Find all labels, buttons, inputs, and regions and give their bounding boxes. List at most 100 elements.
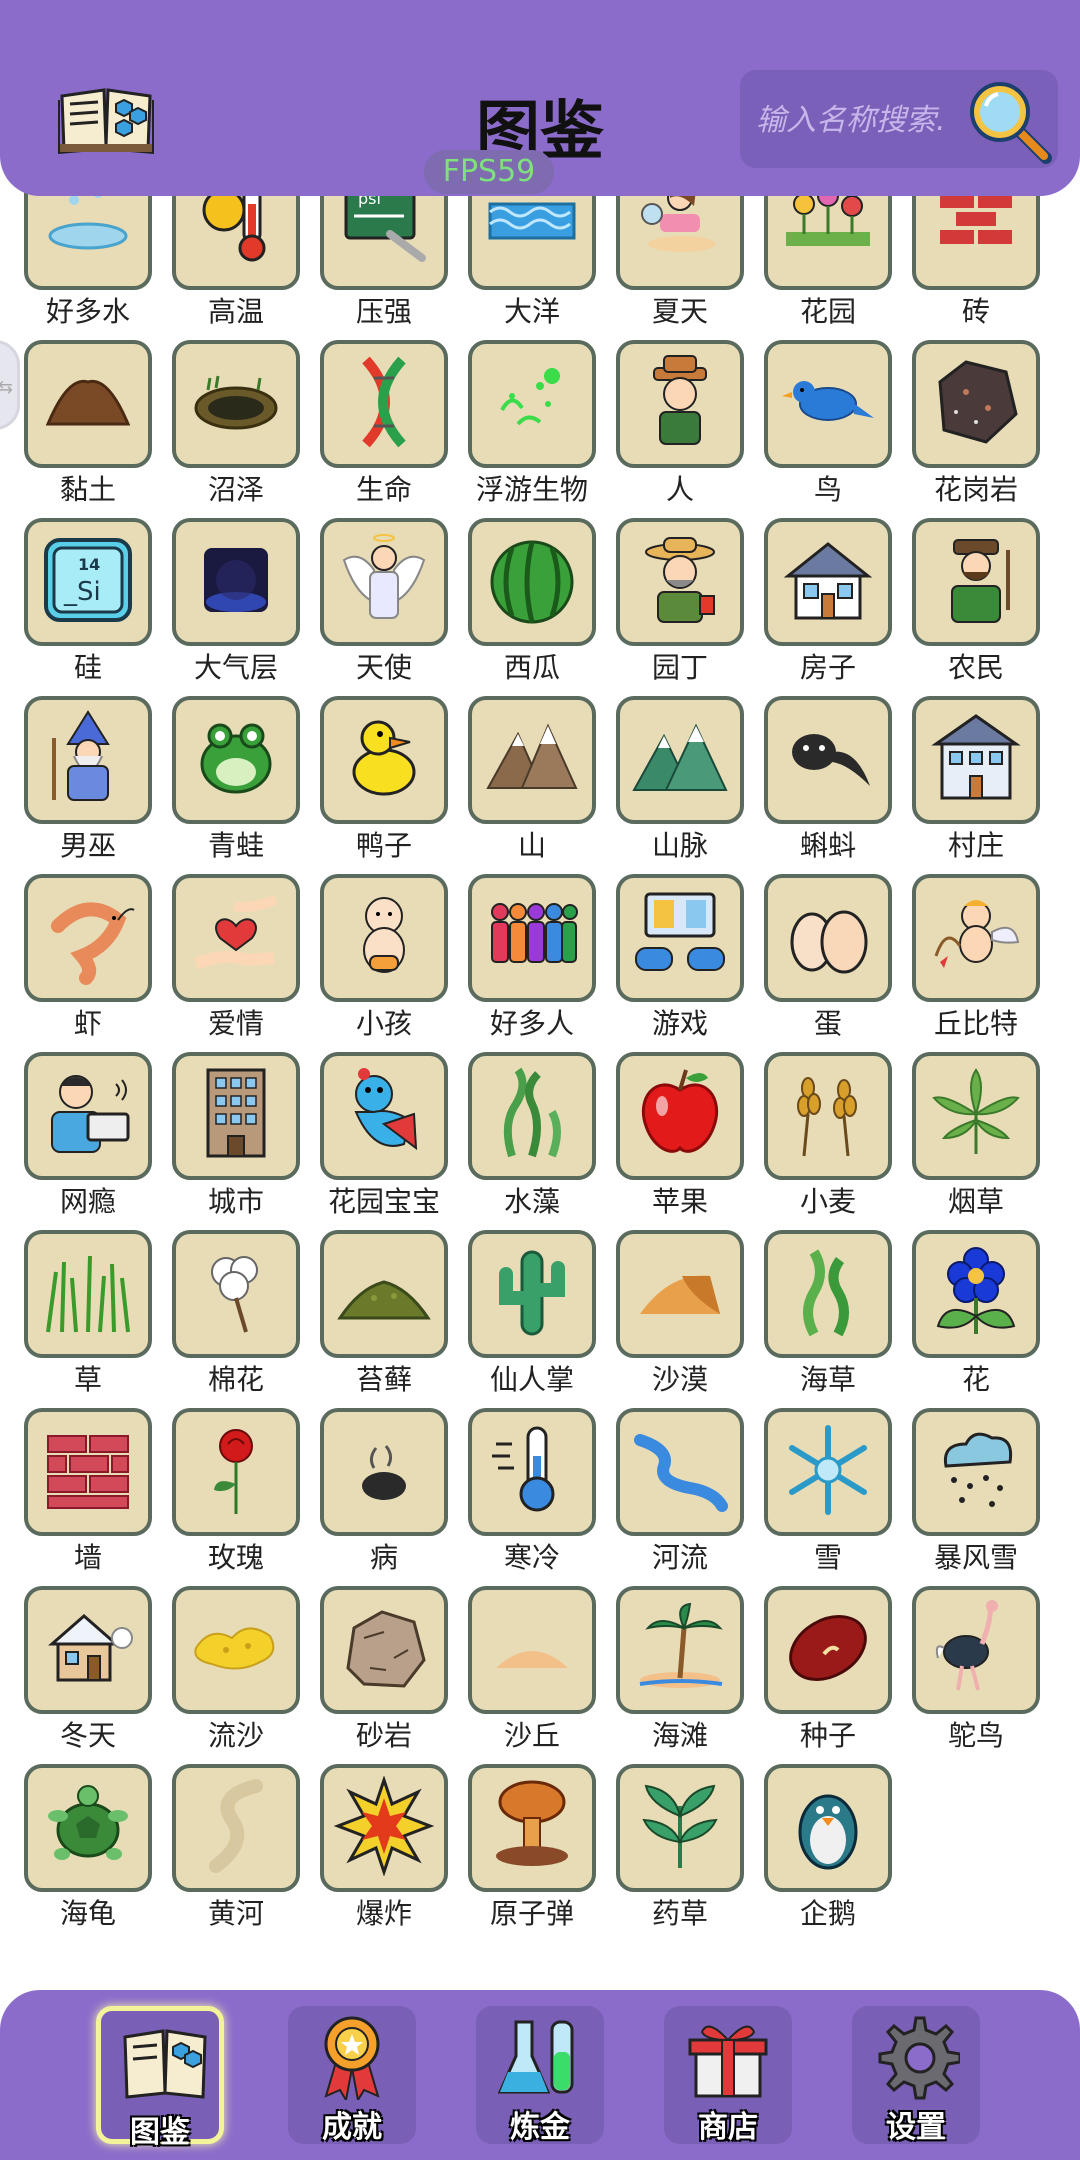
item-tile[interactable] [320,1230,448,1358]
encyclopedia-item[interactable]: 大气层 [172,518,300,684]
nav-tab-flask[interactable]: 炼金 [476,2006,604,2145]
encyclopedia-item[interactable]: 农民 [912,518,1040,684]
item-tile[interactable]: 14 _Si [24,518,152,646]
encyclopedia-item[interactable]: 海龟 [24,1764,152,1930]
encyclopedia-item[interactable]: 烟草 [912,1052,1040,1218]
item-tile[interactable] [764,874,892,1002]
encyclopedia-item[interactable]: 花 [912,1230,1040,1396]
item-tile[interactable] [616,696,744,824]
item-tile[interactable] [320,874,448,1002]
encyclopedia-item[interactable]: 寒冷 [468,1408,596,1574]
item-tile[interactable] [24,1586,152,1714]
encyclopedia-item[interactable]: 小麦 [764,1052,892,1218]
item-tile[interactable] [172,1230,300,1358]
item-tile[interactable] [616,1052,744,1180]
encyclopedia-item[interactable]: 雪 [764,1408,892,1574]
item-tile[interactable] [320,696,448,824]
encyclopedia-item[interactable]: 种子 [764,1586,892,1752]
encyclopedia-item[interactable]: 草 [24,1230,152,1396]
encyclopedia-item[interactable]: 村庄 [912,696,1040,862]
encyclopedia-item[interactable]: 原子弹 [468,1764,596,1930]
item-tile[interactable] [24,1408,152,1536]
item-tile[interactable] [172,874,300,1002]
item-tile[interactable] [172,340,300,468]
encyclopedia-item[interactable]: 山 [468,696,596,862]
item-tile[interactable] [24,874,152,1002]
item-tile[interactable] [24,1230,152,1358]
item-tile[interactable] [468,696,596,824]
item-tile[interactable] [320,1586,448,1714]
item-tile[interactable] [468,874,596,1002]
item-tile[interactable] [320,1408,448,1536]
encyclopedia-item[interactable]: 棉花 [172,1230,300,1396]
encyclopedia-item[interactable]: 海草 [764,1230,892,1396]
item-tile[interactable] [764,518,892,646]
magnifier-icon[interactable] [964,76,1054,166]
item-tile[interactable] [320,340,448,468]
item-tile[interactable] [320,1764,448,1892]
encyclopedia-item[interactable]: 好多人 [468,874,596,1040]
encyclopedia-item[interactable]: 沼泽 [172,340,300,506]
item-tile[interactable] [320,1052,448,1180]
encyclopedia-item[interactable]: 鸟 [764,340,892,506]
item-tile[interactable] [468,1230,596,1358]
encyclopedia-item[interactable]: 苔藓 [320,1230,448,1396]
encyclopedia-item[interactable]: 海滩 [616,1586,744,1752]
nav-tab-book[interactable]: 图鉴 [96,2006,224,2150]
encyclopedia-item[interactable]: 丘比特 [912,874,1040,1040]
encyclopedia-item[interactable]: 企鹅 [764,1764,892,1930]
encyclopedia-item[interactable]: 病 [320,1408,448,1574]
item-tile[interactable] [172,518,300,646]
encyclopedia-item[interactable]: 水藻 [468,1052,596,1218]
side-drawer-tab[interactable]: ⇆ [0,340,20,430]
encyclopedia-item[interactable]: 流沙 [172,1586,300,1752]
encyclopedia-item[interactable]: 沙漠 [616,1230,744,1396]
item-tile[interactable] [616,1764,744,1892]
item-tile[interactable] [172,1408,300,1536]
search-input[interactable] [754,96,968,144]
item-tile[interactable] [24,1764,152,1892]
encyclopedia-item[interactable]: 砂岩 [320,1586,448,1752]
item-tile[interactable] [468,1052,596,1180]
encyclopedia-item[interactable]: 青蛙 [172,696,300,862]
encyclopedia-item[interactable]: 墙 [24,1408,152,1574]
item-tile[interactable] [912,1408,1040,1536]
encyclopedia-item[interactable]: 西瓜 [468,518,596,684]
item-tile[interactable] [468,1586,596,1714]
encyclopedia-item[interactable]: 苹果 [616,1052,744,1218]
nav-tab-gift[interactable]: 商店 [664,2006,792,2145]
nav-tab-medal[interactable]: 成就 [288,2006,416,2145]
encyclopedia-item[interactable]: 园丁 [616,518,744,684]
item-tile[interactable] [764,1408,892,1536]
encyclopedia-item[interactable]: 游戏 [616,874,744,1040]
encyclopedia-item[interactable]: 山脉 [616,696,744,862]
encyclopedia-item[interactable]: 冬天 [24,1586,152,1752]
item-tile[interactable] [616,1586,744,1714]
item-tile[interactable] [24,340,152,468]
item-tile[interactable] [468,518,596,646]
encyclopedia-item[interactable]: 暴风雪 [912,1408,1040,1574]
item-tile[interactable] [764,1052,892,1180]
item-tile[interactable] [320,518,448,646]
encyclopedia-item[interactable]: 小孩 [320,874,448,1040]
encyclopedia-item[interactable]: 城市 [172,1052,300,1218]
encyclopedia-item[interactable]: 网瘾 [24,1052,152,1218]
item-tile[interactable] [912,1586,1040,1714]
encyclopedia-item[interactable]: 河流 [616,1408,744,1574]
item-tile[interactable] [24,696,152,824]
item-tile[interactable] [616,340,744,468]
encyclopedia-item[interactable]: 鸭子 [320,696,448,862]
encyclopedia-item[interactable]: 房子 [764,518,892,684]
item-tile[interactable] [468,1408,596,1536]
item-tile[interactable] [616,1230,744,1358]
item-tile[interactable] [468,1764,596,1892]
encyclopedia-item[interactable]: 人 [616,340,744,506]
encyclopedia-item[interactable]: 天使 [320,518,448,684]
item-tile[interactable] [912,874,1040,1002]
encyclopedia-item[interactable]: 鸵鸟 [912,1586,1040,1752]
item-tile[interactable] [912,518,1040,646]
item-tile[interactable] [912,340,1040,468]
item-tile[interactable] [616,1408,744,1536]
item-tile[interactable] [764,1230,892,1358]
encyclopedia-item[interactable]: 生命 [320,340,448,506]
